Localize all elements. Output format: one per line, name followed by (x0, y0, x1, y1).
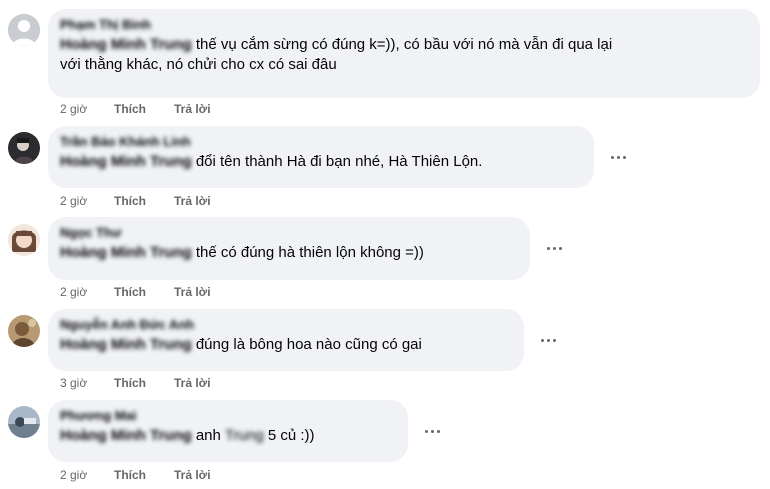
comment-actions: 2 giờ Thích Trả lời (60, 284, 211, 300)
comment-bubble: Phạm Thị Bình Hoàng Minh Trung thế vụ cắ… (48, 9, 760, 98)
comment-text-pre: anh (191, 427, 226, 444)
comment-author[interactable]: Trần Bảo Khánh Linh (60, 134, 582, 150)
profile-photo-icon (8, 406, 40, 438)
more-dot (616, 155, 620, 159)
comment-text: Hoàng Minh Trung thế có đúng hà thiên lộ… (60, 243, 518, 263)
comment-timestamp[interactable]: 2 giờ (60, 101, 114, 117)
like-button[interactable]: Thích (114, 375, 174, 391)
avatar[interactable] (8, 406, 40, 438)
comment-text-line2: với thằng khác, nó chửi cho cx có sai đâ… (60, 56, 337, 73)
comment-actions: 2 giờ Thích Trả lời (60, 101, 211, 117)
comment-author[interactable]: Nguyễn Anh Đức Anh (60, 317, 512, 333)
more-options-button[interactable] (606, 145, 630, 169)
comment-text-body: thế có đúng hà thiên lộn không =)) (191, 244, 424, 261)
comment-timestamp[interactable]: 2 giờ (60, 193, 114, 209)
comment-bubble: Trần Bảo Khánh Linh Hoàng Minh Trung đổi… (48, 126, 594, 188)
mention-link[interactable]: Hoàng Minh Trung (60, 152, 192, 172)
comment-author[interactable]: Phạm Thị Bình (60, 17, 748, 33)
like-button[interactable]: Thích (114, 193, 174, 209)
mention-link[interactable]: Hoàng Minh Trung (60, 426, 192, 446)
comment-text-body: đổi tên thành Hà đi bạn nhé, Hà Thiên Lộ… (191, 153, 483, 170)
comment-author[interactable]: Phương Mai (60, 408, 396, 424)
blurred-mention-word: Trung (225, 427, 264, 444)
reply-button[interactable]: Trả lời (174, 284, 211, 300)
more-horizontal-icon (610, 155, 614, 159)
avatar[interactable] (8, 315, 40, 347)
comment-text: Hoàng Minh Trung đúng là bông hoa nào cũ… (60, 335, 512, 355)
more-dot (552, 246, 556, 250)
more-options-button[interactable] (542, 236, 566, 260)
comment-text: Hoàng Minh Trung thế vụ cắm sừng có đúng… (60, 35, 748, 75)
more-dot (558, 246, 562, 250)
more-horizontal-icon (540, 338, 544, 342)
mention-link[interactable]: Hoàng Minh Trung (60, 335, 192, 355)
mention-link[interactable]: Hoàng Minh Trung (60, 35, 192, 55)
like-button[interactable]: Thích (114, 284, 174, 300)
more-options-button[interactable] (536, 328, 560, 352)
default-avatar-icon (8, 14, 40, 46)
profile-photo-icon (8, 315, 40, 347)
like-button[interactable]: Thích (114, 467, 174, 483)
comment-actions: 2 giờ Thích Trả lời (60, 193, 211, 209)
more-dot (622, 155, 626, 159)
profile-photo-icon (8, 224, 40, 256)
avatar[interactable] (8, 224, 40, 256)
comment-timestamp[interactable]: 2 giờ (60, 284, 114, 300)
like-button[interactable]: Thích (114, 101, 174, 117)
more-dot (552, 338, 556, 342)
avatar[interactable] (8, 132, 40, 164)
reply-button[interactable]: Trả lời (174, 101, 211, 117)
comment-actions: 3 giờ Thích Trả lời (60, 375, 211, 391)
comment-text-line1: thế vụ cắm sừng có đúng k=)), có bầu với… (191, 36, 613, 53)
avatar[interactable] (8, 14, 40, 46)
more-horizontal-icon (546, 246, 550, 250)
reply-button[interactable]: Trả lời (174, 467, 211, 483)
comment-text: Hoàng Minh Trung đổi tên thành Hà đi bạn… (60, 152, 582, 172)
more-options-button[interactable] (420, 419, 444, 443)
reply-button[interactable]: Trả lời (174, 193, 211, 209)
comment-author[interactable]: Ngọc Thư (60, 225, 518, 241)
comment-actions: 2 giờ Thích Trả lời (60, 467, 211, 483)
comment-bubble: Phương Mai Hoàng Minh Trung anh Trung 5 … (48, 400, 408, 462)
comment-bubble: Ngọc Thư Hoàng Minh Trung thế có đúng hà… (48, 217, 530, 280)
comment-text: Hoàng Minh Trung anh Trung 5 củ :)) (60, 426, 396, 446)
more-horizontal-icon (424, 429, 428, 433)
mention-link[interactable]: Hoàng Minh Trung (60, 243, 192, 263)
comment-timestamp[interactable]: 3 giờ (60, 375, 114, 391)
comment-timestamp[interactable]: 2 giờ (60, 467, 114, 483)
comment-text-body: đúng là bông hoa nào cũng có gai (191, 336, 422, 353)
more-dot (546, 338, 550, 342)
more-dot (430, 429, 434, 433)
reply-button[interactable]: Trả lời (174, 375, 211, 391)
comment-bubble: Nguyễn Anh Đức Anh Hoàng Minh Trung đúng… (48, 309, 524, 371)
profile-photo-icon (8, 132, 40, 164)
comment-text-post: 5 củ :)) (263, 427, 315, 444)
more-dot (436, 429, 440, 433)
